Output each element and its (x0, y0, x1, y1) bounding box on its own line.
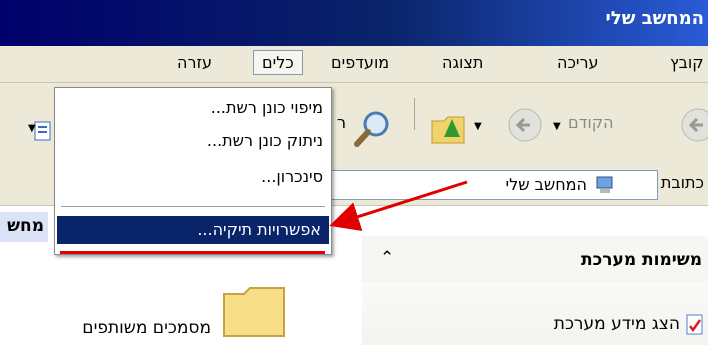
explorer-window: המחשב שלי עזרה כלים מועדפים תצוגה עריכה … (0, 0, 708, 345)
annotation-arrow-icon (329, 180, 468, 232)
